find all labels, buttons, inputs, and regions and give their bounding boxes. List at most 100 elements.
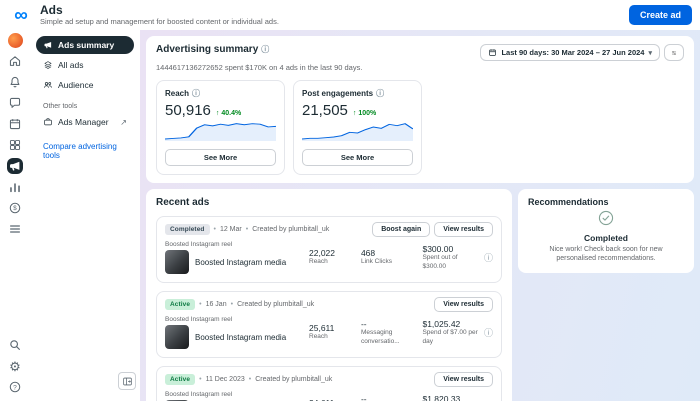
- recommendations-title: Recommendations: [528, 197, 609, 207]
- svg-text:$: $: [13, 205, 17, 212]
- ad-type: Boosted Instagram reel: [165, 241, 233, 248]
- recommendations-message: Nice work! Check back soon for new perso…: [549, 246, 663, 263]
- spend-value: $1,820.33: [422, 394, 461, 401]
- home-icon[interactable]: [7, 53, 23, 69]
- ad-date: 16 Jan: [205, 301, 227, 308]
- separator-dot: [199, 301, 201, 308]
- ad-created-by: Created by plumbitall_uk: [255, 376, 333, 383]
- separator-dot: [199, 376, 201, 383]
- billing-icon[interactable]: $: [7, 200, 23, 216]
- planner-icon[interactable]: [7, 116, 23, 132]
- sidebar-item-label: All ads: [58, 60, 84, 70]
- date-controls: Last 90 days: 30 Mar 2024 – 27 Jun 2024 …: [480, 44, 684, 61]
- content-icon[interactable]: [7, 137, 23, 153]
- ad-created-by: Created by plumbitall_uk: [237, 301, 315, 308]
- reach-value: 22,022: [309, 248, 335, 259]
- calendar-icon: [489, 49, 497, 56]
- ad-name: Boosted Instagram media: [195, 332, 287, 342]
- post-engagements-metric-card: Post engagements ⓘ 21,505 100% See More: [293, 80, 422, 175]
- create-ad-button[interactable]: Create ad: [628, 5, 692, 25]
- ads-icon-selected[interactable]: [7, 158, 23, 174]
- sidebar-item-ads-manager[interactable]: Ads Manager ↗: [36, 113, 134, 131]
- external-link-icon: ↗: [120, 117, 127, 127]
- ad-date: 11 Dec 2023: [205, 376, 245, 383]
- chevron-down-icon: ▾: [648, 49, 652, 57]
- sidebar-item-ads-summary[interactable]: Ads summary: [36, 36, 134, 54]
- view-results-button[interactable]: View results: [434, 297, 493, 312]
- info-icon[interactable]: ⓘ: [484, 251, 493, 264]
- metric-label: Reach ⓘ: [165, 88, 276, 99]
- sidebar-item-label: Ads Manager: [58, 117, 109, 127]
- recommendations-status: Completed: [584, 233, 628, 243]
- date-range-label: Last 90 days: 30 Mar 2024 – 27 Jun 2024: [501, 48, 645, 57]
- separator-dot: [231, 301, 233, 308]
- main-content: Advertising summary ⓘ Last 90 days: 30 M…: [140, 30, 700, 401]
- view-results-button[interactable]: View results: [434, 222, 493, 237]
- spend-label: Spend of $7.00 per day: [422, 329, 478, 345]
- sidebar-item-audience[interactable]: Audience: [36, 76, 134, 94]
- ad-name: Boosted Instagram media: [195, 257, 287, 267]
- sidebar-item-label: Audience: [58, 80, 94, 90]
- recommendations-card: Recommendations Completed Nice work! Che…: [518, 189, 694, 273]
- layers-icon: [44, 61, 52, 69]
- ad-row: Completed 12 Mar Created by plumbitall_u…: [156, 216, 502, 283]
- search-icon[interactable]: [7, 337, 23, 353]
- help-icon[interactable]: ?: [7, 379, 23, 395]
- page-subtitle: Simple ad setup and management for boost…: [40, 17, 279, 27]
- view-results-button[interactable]: View results: [434, 372, 493, 387]
- reach-sparkline-chart: [165, 123, 276, 141]
- spend-label: Spent out of $300.00: [422, 254, 458, 270]
- megaphone-icon: [44, 42, 52, 49]
- insights-icon[interactable]: [7, 179, 23, 195]
- advertising-summary-subtitle: 1444617136272652 spent $170K on 4 ads in…: [156, 63, 363, 72]
- info-icon[interactable]: ⓘ: [192, 88, 200, 99]
- other-tools-label: Other tools: [43, 103, 78, 110]
- recent-ads-card: Recent ads Completed 12 Mar Created by p…: [146, 189, 512, 401]
- notifications-icon[interactable]: [7, 74, 23, 90]
- metric-label-text: Post engagements: [302, 89, 374, 98]
- compare-advertising-tools-link[interactable]: Compare advertising tools: [43, 142, 127, 160]
- see-more-button[interactable]: See More: [165, 149, 276, 166]
- metric2-value: --: [360, 394, 367, 401]
- status-badge: Completed: [165, 224, 210, 235]
- metric-value: 21,505: [302, 102, 348, 119]
- collapse-sidebar-button[interactable]: [118, 372, 136, 390]
- sidebar-item-all-ads[interactable]: All ads: [36, 56, 134, 74]
- advertising-summary-card: Advertising summary ⓘ Last 90 days: 30 M…: [146, 36, 694, 183]
- metric2-value: 468: [360, 248, 376, 259]
- metric-label-text: Reach: [165, 89, 190, 98]
- tune-icon: [671, 50, 677, 55]
- svg-text:?: ?: [13, 384, 17, 391]
- page-title: Ads: [40, 2, 63, 17]
- metric-value: 50,916: [165, 102, 211, 119]
- boost-again-button[interactable]: Boost again: [372, 222, 431, 237]
- date-range-button[interactable]: Last 90 days: 30 Mar 2024 – 27 Jun 2024 …: [480, 44, 660, 61]
- info-icon[interactable]: ⓘ: [261, 44, 269, 55]
- settings-gear-icon[interactable]: ⚙: [7, 358, 23, 374]
- status-badge: Active: [165, 374, 196, 385]
- info-icon[interactable]: ⓘ: [376, 88, 384, 99]
- separator-dot: [214, 226, 216, 233]
- meta-logo-icon[interactable]: ∞: [8, 6, 34, 25]
- ad-type: Boosted Instagram reel: [165, 316, 233, 323]
- see-more-button[interactable]: See More: [302, 149, 413, 166]
- recent-ads-title: Recent ads: [156, 197, 210, 208]
- profile-avatar[interactable]: [7, 33, 23, 48]
- engagements-sparkline-chart: [302, 123, 413, 141]
- ad-row: Active 16 Jan Created by plumbitall_uk V…: [156, 291, 502, 358]
- metric2-label: Messaging conversatio...: [360, 329, 400, 345]
- spend-value: $1,025.42: [422, 319, 461, 330]
- separator-dot: [246, 226, 248, 233]
- ads-sidebar: Ads summary All ads Audience Other tools…: [30, 30, 140, 401]
- info-icon[interactable]: ⓘ: [484, 326, 493, 339]
- all-tools-icon[interactable]: [7, 221, 23, 237]
- check-circle-icon: [598, 210, 614, 230]
- filter-settings-button[interactable]: [664, 44, 684, 61]
- ad-thumbnail: [165, 250, 189, 274]
- advertising-summary-title: Advertising summary ⓘ: [156, 44, 269, 55]
- ad-type: Boosted Instagram reel: [165, 391, 233, 398]
- metric-delta: 100%: [353, 110, 376, 117]
- inbox-icon[interactable]: [7, 95, 23, 111]
- reach-metric-card: Reach ⓘ 50,916 40.4% See More: [156, 80, 285, 175]
- reach-label: Reach: [309, 333, 328, 341]
